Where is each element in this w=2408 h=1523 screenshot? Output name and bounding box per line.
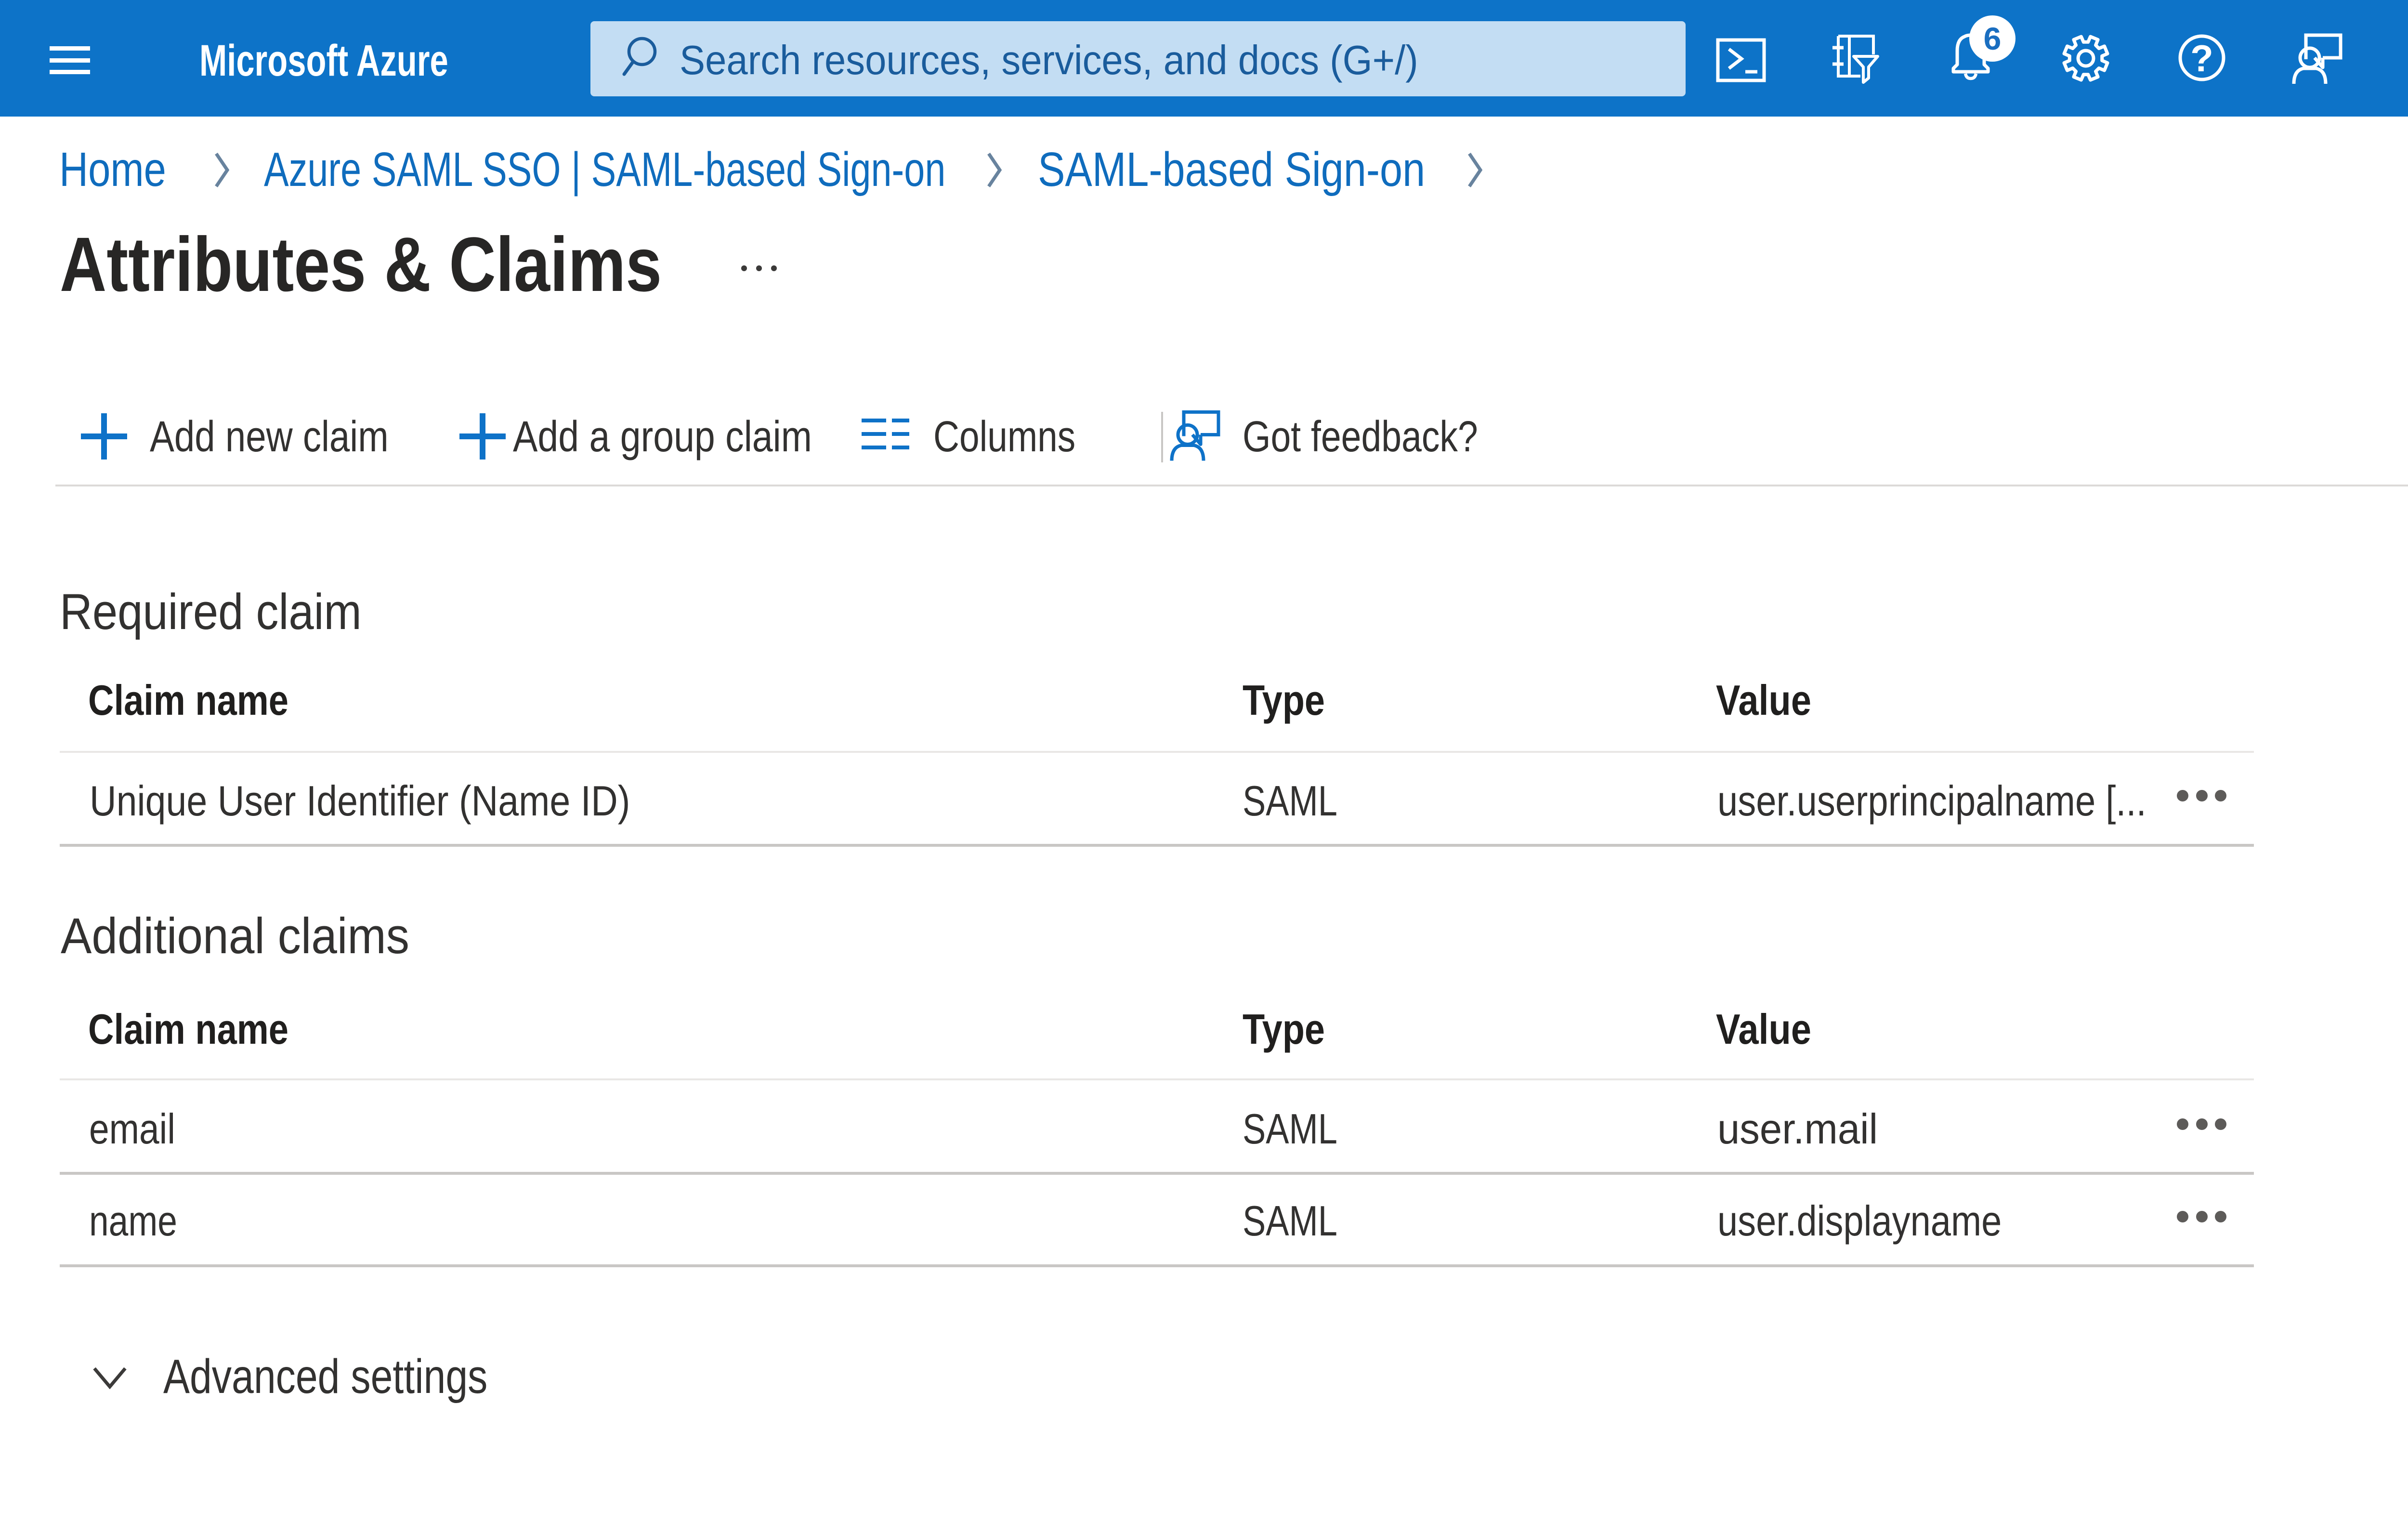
- svg-text:6: 6: [1984, 21, 2002, 56]
- svg-text:?: ?: [2190, 37, 2213, 79]
